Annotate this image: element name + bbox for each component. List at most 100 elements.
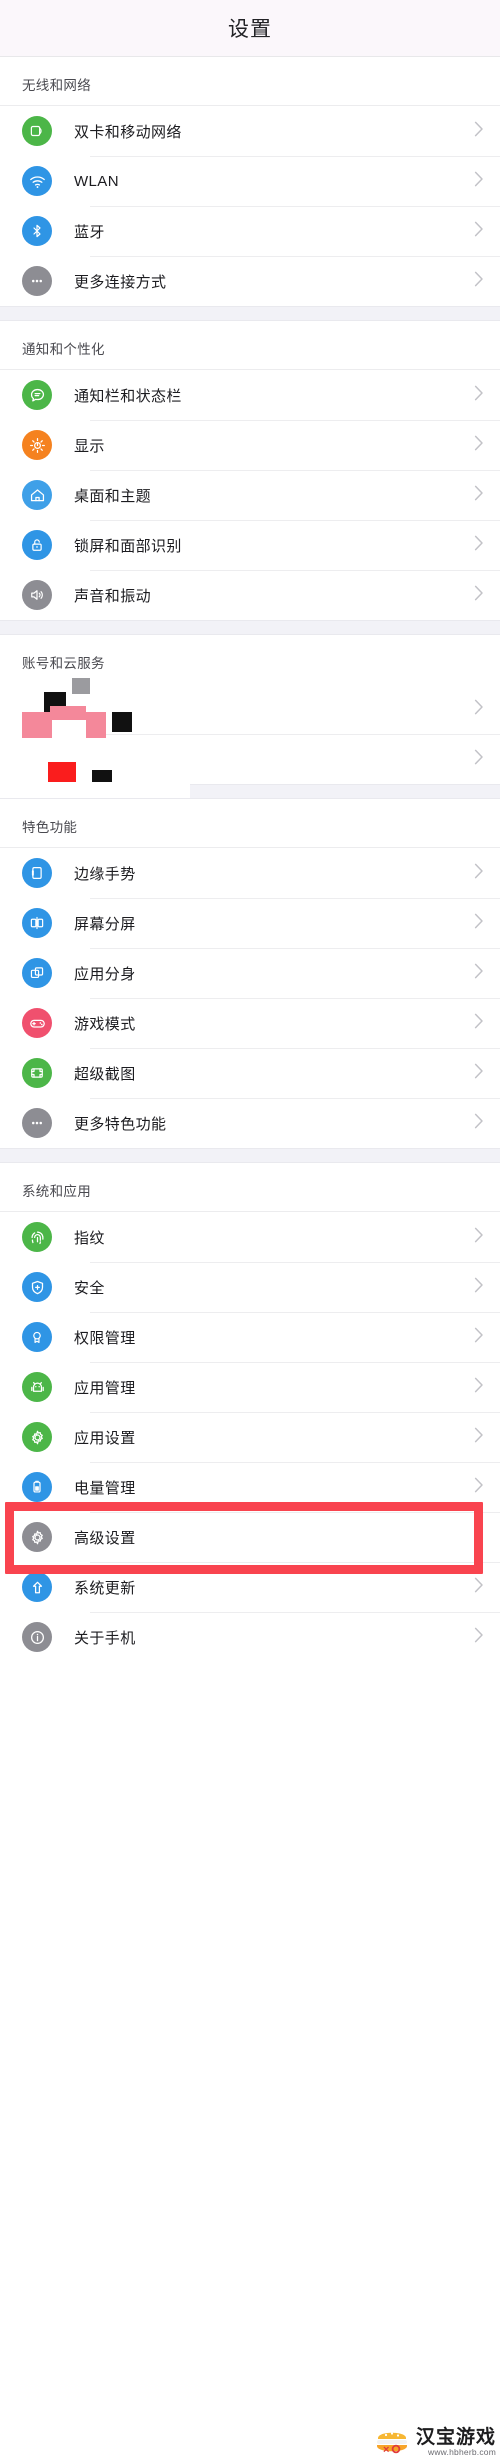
settings-row[interactable]: 声音和振动 [0,570,500,620]
settings-row-label: 更多特色功能 [74,1115,167,1133]
upgrade-arrow-icon [22,1572,52,1602]
settings-row[interactable]: 安全 [0,1262,500,1312]
gear-icon [22,1422,52,1452]
redaction-block [72,678,90,694]
group-heading-system-and-apps: 系统和应用 [0,1163,500,1212]
settings-row-label: 屏幕分屏 [74,915,136,933]
group-separator [0,1148,500,1163]
settings-row[interactable]: 锁屏和面部识别 [0,520,500,570]
settings-row-label: 显示 [74,437,105,455]
chevron-right-icon [474,1063,484,1084]
chevron-right-icon [474,535,483,550]
settings-row[interactable]: 屏幕分屏 [0,898,500,948]
settings-row[interactable]: 指纹 [0,1212,500,1262]
site-watermark: × 汉宝游戏 www.hbherb.com [374,2427,496,2457]
group-system-and-apps: 指纹安全权限管理应用管理应用设置电量管理高级设置系统更新关于手机 [0,1212,500,1662]
settings-row-label: 系统更新 [74,1579,136,1597]
settings-row[interactable]: 双卡和移动网络 [0,106,500,156]
screenshot-icon [22,1058,52,1088]
chevron-right-icon [474,913,484,934]
chevron-right-icon [474,485,483,500]
settings-row[interactable]: 显示 [0,420,500,470]
settings-row[interactable]: 系统更新 [0,1562,500,1612]
settings-row[interactable]: 超级截图 [0,1048,500,1098]
settings-row[interactable]: 更多连接方式 [0,256,500,306]
group-accounts-and-cloud [0,670,500,798]
split-screen-icon [22,908,52,938]
chevron-right-icon [474,485,484,506]
settings-row[interactable]: 关于手机 [0,1612,500,1662]
redaction-block [50,706,86,720]
settings-row-label: 应用设置 [74,1429,136,1447]
chevron-right-icon [474,271,484,292]
svg-text:×: × [383,2444,389,2456]
chevron-right-icon [474,699,484,720]
settings-row-label: 应用管理 [74,1379,136,1397]
settings-row[interactable]: 应用分身 [0,948,500,998]
watermark-name: 汉宝游戏 [415,2426,496,2448]
group-heading-special-features: 特色功能 [0,799,500,848]
shield-icon [22,1272,52,1302]
chevron-right-icon [474,585,484,606]
group-heading-wireless-and-network: 无线和网络 [0,57,500,106]
settings-row[interactable]: WLAN [0,156,500,206]
settings-row-label: 更多连接方式 [74,273,167,291]
settings-row[interactable]: 电量管理 [0,1462,500,1512]
settings-row-label: 通知栏和状态栏 [74,387,182,405]
chevron-right-icon [474,121,484,142]
settings-row-label: 高级设置 [74,1529,136,1547]
chevron-right-icon [474,385,484,406]
chevron-right-icon [474,1063,483,1078]
settings-row[interactable]: 应用管理 [0,1362,500,1412]
speaker-icon [22,580,52,610]
chevron-right-icon [474,221,484,242]
chevron-right-icon [474,535,484,556]
chevron-right-icon [474,1427,484,1448]
settings-row[interactable]: 蓝牙 [0,206,500,256]
chevron-right-icon [474,1527,483,1542]
chevron-right-icon [474,1627,484,1648]
chevron-right-icon [474,863,483,878]
settings-row[interactable]: 边缘手势 [0,848,500,898]
settings-row-label: 权限管理 [74,1329,136,1347]
chevron-right-icon [474,271,483,286]
chevron-right-icon [474,1427,483,1442]
chevron-right-icon [474,963,484,984]
settings-row[interactable]: 应用设置 [0,1412,500,1462]
redaction-block [22,712,52,738]
settings-row-label: 声音和振动 [74,587,152,605]
settings-row-label: 应用分身 [74,965,136,983]
settings-row[interactable]: 桌面和主题 [0,470,500,520]
chevron-right-icon [474,863,484,884]
settings-row-label: 双卡和移动网络 [74,123,182,141]
page-title: 设置 [228,18,272,41]
chevron-right-icon [474,1227,483,1242]
settings-list: 无线和网络双卡和移动网络 WLAN 蓝牙更多连接方式通知和个性化通知栏和状态栏 显示桌… [0,57,500,1662]
chevron-right-icon [474,1477,484,1498]
settings-row[interactable]: 游戏模式 [0,998,500,1048]
chevron-right-icon [474,1227,484,1248]
chevron-right-icon [474,749,484,770]
lock-icon [22,530,52,560]
more-dots-icon [22,1108,52,1138]
settings-row-label: 蓝牙 [74,223,105,241]
group-heading-notification-and-personalization: 通知和个性化 [0,321,500,370]
chevron-right-icon [474,585,483,600]
chevron-right-icon [474,1477,483,1492]
battery-icon [22,1472,52,1502]
settings-row[interactable]: 通知栏和状态栏 [0,370,500,420]
chevron-right-icon [474,121,483,136]
chevron-right-icon [474,913,483,928]
gamepad-icon [22,1008,52,1038]
group-special-features: 边缘手势屏幕分屏应用分身游戏模式 超级截图更多特色功能 [0,848,500,1148]
chevron-right-icon [474,1577,484,1598]
settings-row[interactable]: 更多特色功能 [0,1098,500,1148]
group-separator [0,306,500,321]
chevron-right-icon [474,1377,484,1398]
badge-icon [22,1322,52,1352]
settings-row-label: 指纹 [74,1229,105,1247]
settings-row-label: 电量管理 [74,1479,136,1497]
fingerprint-icon [22,1222,52,1252]
settings-row[interactable]: 权限管理 [0,1312,500,1362]
settings-row[interactable]: 高级设置 [0,1512,500,1562]
